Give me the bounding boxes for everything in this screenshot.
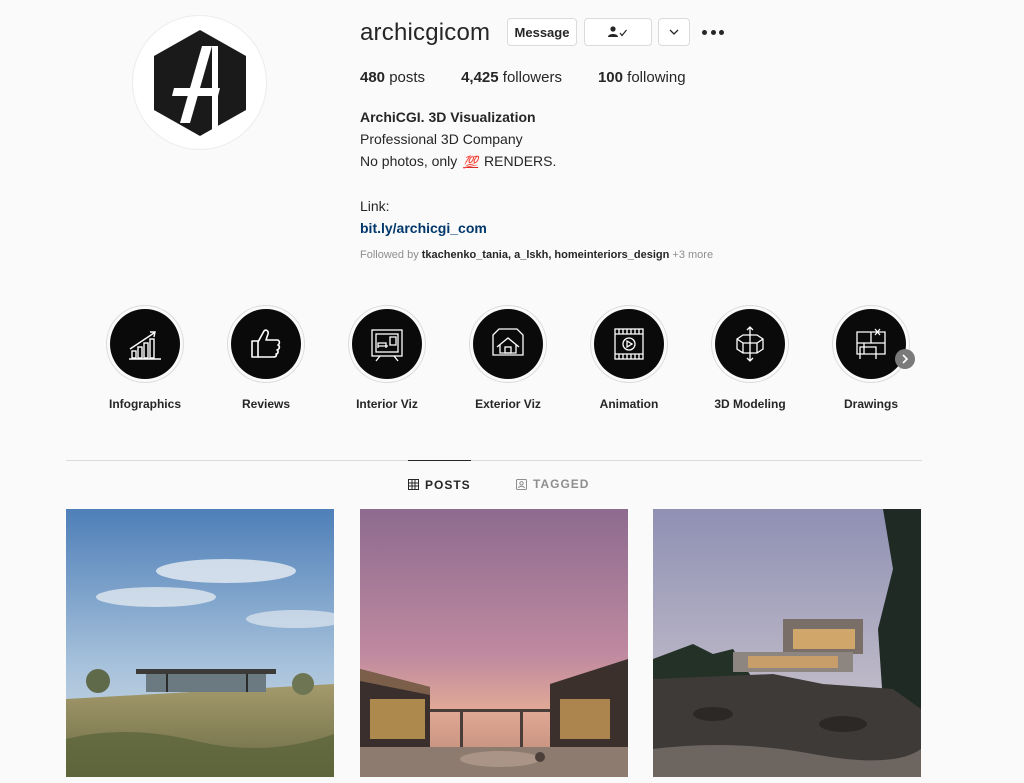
story-highlights: Infographics Reviews Interior Viz Exteri…: [100, 305, 930, 415]
grid-icon: [408, 479, 419, 490]
highlights-next-arrow-icon[interactable]: [895, 349, 915, 369]
message-button[interactable]: Message: [507, 18, 577, 46]
post-sunset-courtyard[interactable]: [360, 509, 628, 777]
highlight-exterior-viz[interactable]: Exterior Viz: [458, 305, 558, 411]
bio-line-1: Professional 3D Company: [360, 131, 523, 147]
tab-tagged[interactable]: TAGGED: [516, 460, 589, 508]
post-3-image: [653, 509, 921, 777]
thumbs-up-icon: [251, 329, 281, 358]
tagged-person-icon: [516, 478, 527, 490]
suggested-dropdown-button[interactable]: [658, 18, 690, 46]
highlight-reviews[interactable]: Reviews: [216, 305, 316, 411]
bio-link[interactable]: bit.ly/archicgi_com: [360, 217, 556, 239]
highlight-3d-modeling[interactable]: 3D Modeling: [700, 305, 800, 411]
profile-tabs: POSTS TAGGED: [0, 460, 1024, 508]
bio-full-name: ArchiCGI. 3D Visualization: [360, 109, 536, 125]
post-2-image: [360, 509, 628, 777]
tab-posts[interactable]: POSTS: [408, 460, 471, 508]
film-play-icon: [614, 328, 644, 360]
profile-bio: ArchiCGI. 3D Visualization Professional …: [360, 106, 556, 239]
profile-avatar[interactable]: [132, 15, 267, 150]
posts-grid: [66, 509, 922, 783]
profile-stats: 480 posts 4,425 followers 100 following: [360, 69, 722, 86]
followers-stat[interactable]: 4,425 followers: [461, 69, 562, 86]
chevron-down-icon: [669, 29, 679, 35]
3d-model-icon: [736, 326, 764, 362]
highlight-infographics[interactable]: Infographics: [95, 305, 195, 411]
archicgi-logo-icon: [153, 29, 246, 136]
bar-chart-icon: [129, 331, 161, 360]
posts-stat: 480 posts: [360, 69, 426, 86]
followed-by[interactable]: Followed by tkachenko_tania, a_lskh, hom…: [360, 249, 713, 261]
interior-room-icon: [371, 329, 403, 362]
blueprint-icon: [856, 328, 886, 359]
following-stat[interactable]: 100 following: [598, 69, 686, 86]
more-options-icon[interactable]: [702, 22, 724, 42]
highlight-interior-viz[interactable]: Interior Viz: [337, 305, 437, 411]
hundred-emoji-icon: 💯: [463, 155, 479, 169]
profile-username: archicgicom: [360, 19, 491, 46]
bio-link-label: Link:: [360, 198, 390, 214]
following-button[interactable]: [584, 18, 652, 46]
post-cliff-house[interactable]: [653, 509, 921, 777]
highlight-animation[interactable]: Animation: [579, 305, 679, 411]
person-check-icon: [608, 26, 627, 37]
post-1-image: [66, 509, 334, 777]
house-exterior-icon: [492, 328, 524, 356]
post-desert-house[interactable]: [66, 509, 334, 777]
bio-line-2: No photos, only 💯 RENDERS.: [360, 150, 556, 173]
